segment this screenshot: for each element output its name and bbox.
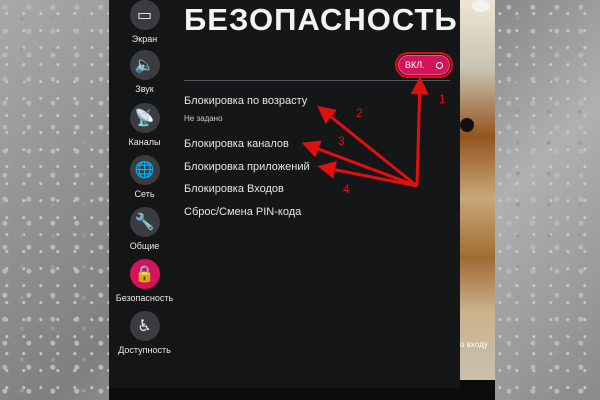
tv-background-caption: о входу — [460, 340, 488, 349]
toggle-label: ВКЛ. — [405, 60, 425, 70]
section-divider — [184, 80, 450, 81]
menu-item-channel-lock[interactable]: Блокировка каналов — [184, 138, 289, 150]
sidebar-label-network: Сеть — [134, 189, 155, 199]
wrench-icon: 🔧 — [129, 207, 160, 237]
sidebar-label-security: Безопасность — [115, 293, 174, 303]
screen-icon: ▭ — [129, 0, 160, 30]
sidebar-label-general: Общие — [129, 241, 160, 251]
accessibility-icon: ♿ — [129, 311, 160, 341]
menu-item-input-lock[interactable]: Блокировка Входов — [184, 183, 284, 195]
page-title: БЕЗОПАСНОСТЬ — [184, 2, 458, 37]
sidebar-item-general[interactable]: 🔧 Общие — [109, 207, 180, 259]
back-button[interactable] — [472, 0, 490, 12]
menu-item-app-lock[interactable]: Блокировка приложений — [184, 161, 310, 173]
sidebar-label-screen: Экран — [131, 34, 158, 44]
sidebar-label-sound: Звук — [135, 84, 154, 94]
toggle-knob-icon — [436, 61, 443, 69]
sidebar-label-channels: Каналы — [128, 137, 161, 147]
speaker-icon: 🔈 — [129, 50, 160, 80]
sidebar-item-sound[interactable]: 🔈 Звук — [109, 50, 180, 102]
satellite-dish-icon: 📡 — [129, 103, 160, 133]
sidebar-label-accessibility: Доступность — [118, 345, 171, 355]
sidebar-item-screen[interactable]: ▭ Экран — [109, 0, 180, 52]
menu-item-age-lock[interactable]: Блокировка по возрасту — [184, 95, 307, 107]
menu-item-age-lock-status: Не задано — [184, 114, 223, 123]
tv-background-image — [460, 0, 495, 380]
sidebar-item-network[interactable]: 🌐 Сеть — [109, 155, 180, 207]
settings-sidebar: ▭ Экран 🔈 Звук 📡 Каналы 🌐 Сеть 🔧 Общие 🔒… — [109, 0, 180, 388]
dog-eye — [460, 118, 474, 132]
security-toggle[interactable]: ВКЛ. — [398, 55, 450, 75]
sidebar-item-channels[interactable]: 📡 Каналы — [109, 103, 180, 155]
sidebar-item-accessibility[interactable]: ♿ Доступность — [109, 311, 180, 363]
sidebar-item-security[interactable]: 🔒 Безопасность — [109, 259, 180, 311]
lock-icon: 🔒 — [129, 259, 160, 289]
menu-item-pin-reset[interactable]: Сброс/Смена PIN-кода — [184, 206, 301, 218]
globe-icon: 🌐 — [129, 155, 160, 185]
